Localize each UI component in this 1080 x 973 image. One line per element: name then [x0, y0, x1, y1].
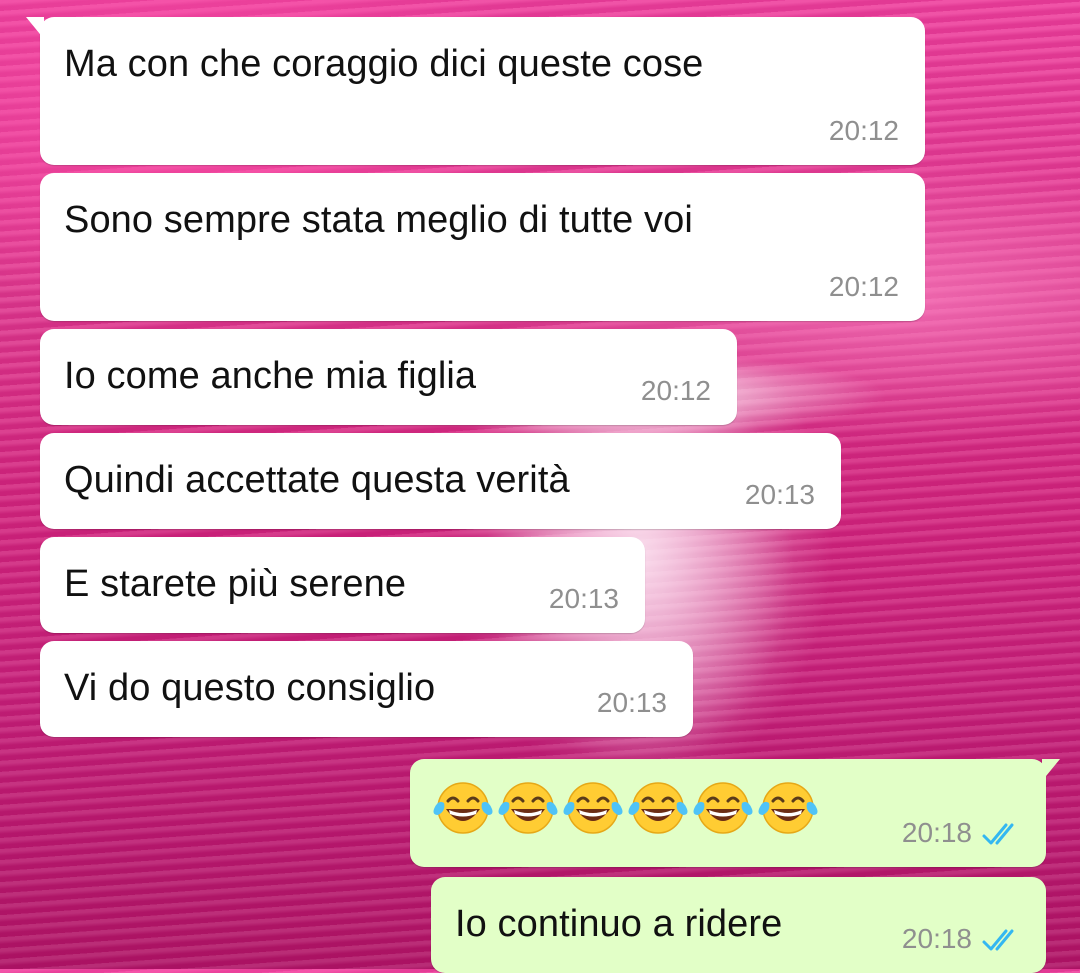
- double-check-read-icon: [982, 929, 1014, 951]
- message-text: Io come anche mia figlia: [64, 355, 477, 397]
- outgoing-message[interactable]: Io continuo a ridere 20:18: [431, 877, 1046, 973]
- laughing-tears-emoji-icon: [758, 782, 818, 834]
- message-time: 20:12: [640, 375, 711, 406]
- message-time: 20:18: [901, 817, 972, 848]
- message-text: Quindi accettate questa verità: [64, 459, 570, 501]
- laughing-tears-emoji-icon: [433, 782, 493, 834]
- emoji-row: [432, 779, 819, 839]
- laughing-tears-emoji-icon: [563, 782, 623, 834]
- laughing-tears-emoji-icon: [693, 782, 753, 834]
- message-time: 20:18: [901, 923, 972, 954]
- incoming-message[interactable]: E starete più serene 20:13: [40, 537, 645, 633]
- message-text: Ma con che coraggio dici queste cose: [64, 43, 704, 85]
- outgoing-message[interactable]: 20:18: [410, 759, 1060, 867]
- bubble-tail: [1042, 759, 1060, 781]
- laughing-tears-emoji-icon: [498, 782, 558, 834]
- double-check-read-icon: [982, 823, 1014, 845]
- incoming-message[interactable]: Ma con che coraggio dici queste cose 20:…: [26, 17, 925, 165]
- incoming-message[interactable]: Quindi accettate questa verità 20:13: [40, 433, 841, 529]
- message-time: 20:13: [744, 479, 815, 510]
- incoming-message[interactable]: Io come anche mia figlia 20:12: [40, 329, 737, 425]
- message-text: E starete più serene: [64, 563, 407, 605]
- message-time: 20:12: [828, 271, 899, 302]
- message-text: Io continuo a ridere: [455, 903, 783, 945]
- message-time: 20:12: [828, 115, 899, 146]
- message-time: 20:13: [548, 583, 619, 614]
- incoming-message[interactable]: Vi do questo consiglio 20:13: [40, 641, 693, 737]
- message-text: Vi do questo consiglio: [64, 667, 436, 709]
- incoming-message[interactable]: Sono sempre stata meglio di tutte voi 20…: [40, 173, 925, 321]
- message-text: Sono sempre stata meglio di tutte voi: [64, 199, 693, 241]
- message-time: 20:13: [596, 687, 667, 718]
- bubble-tail: [26, 17, 44, 39]
- laughing-tears-emoji-icon: [628, 782, 688, 834]
